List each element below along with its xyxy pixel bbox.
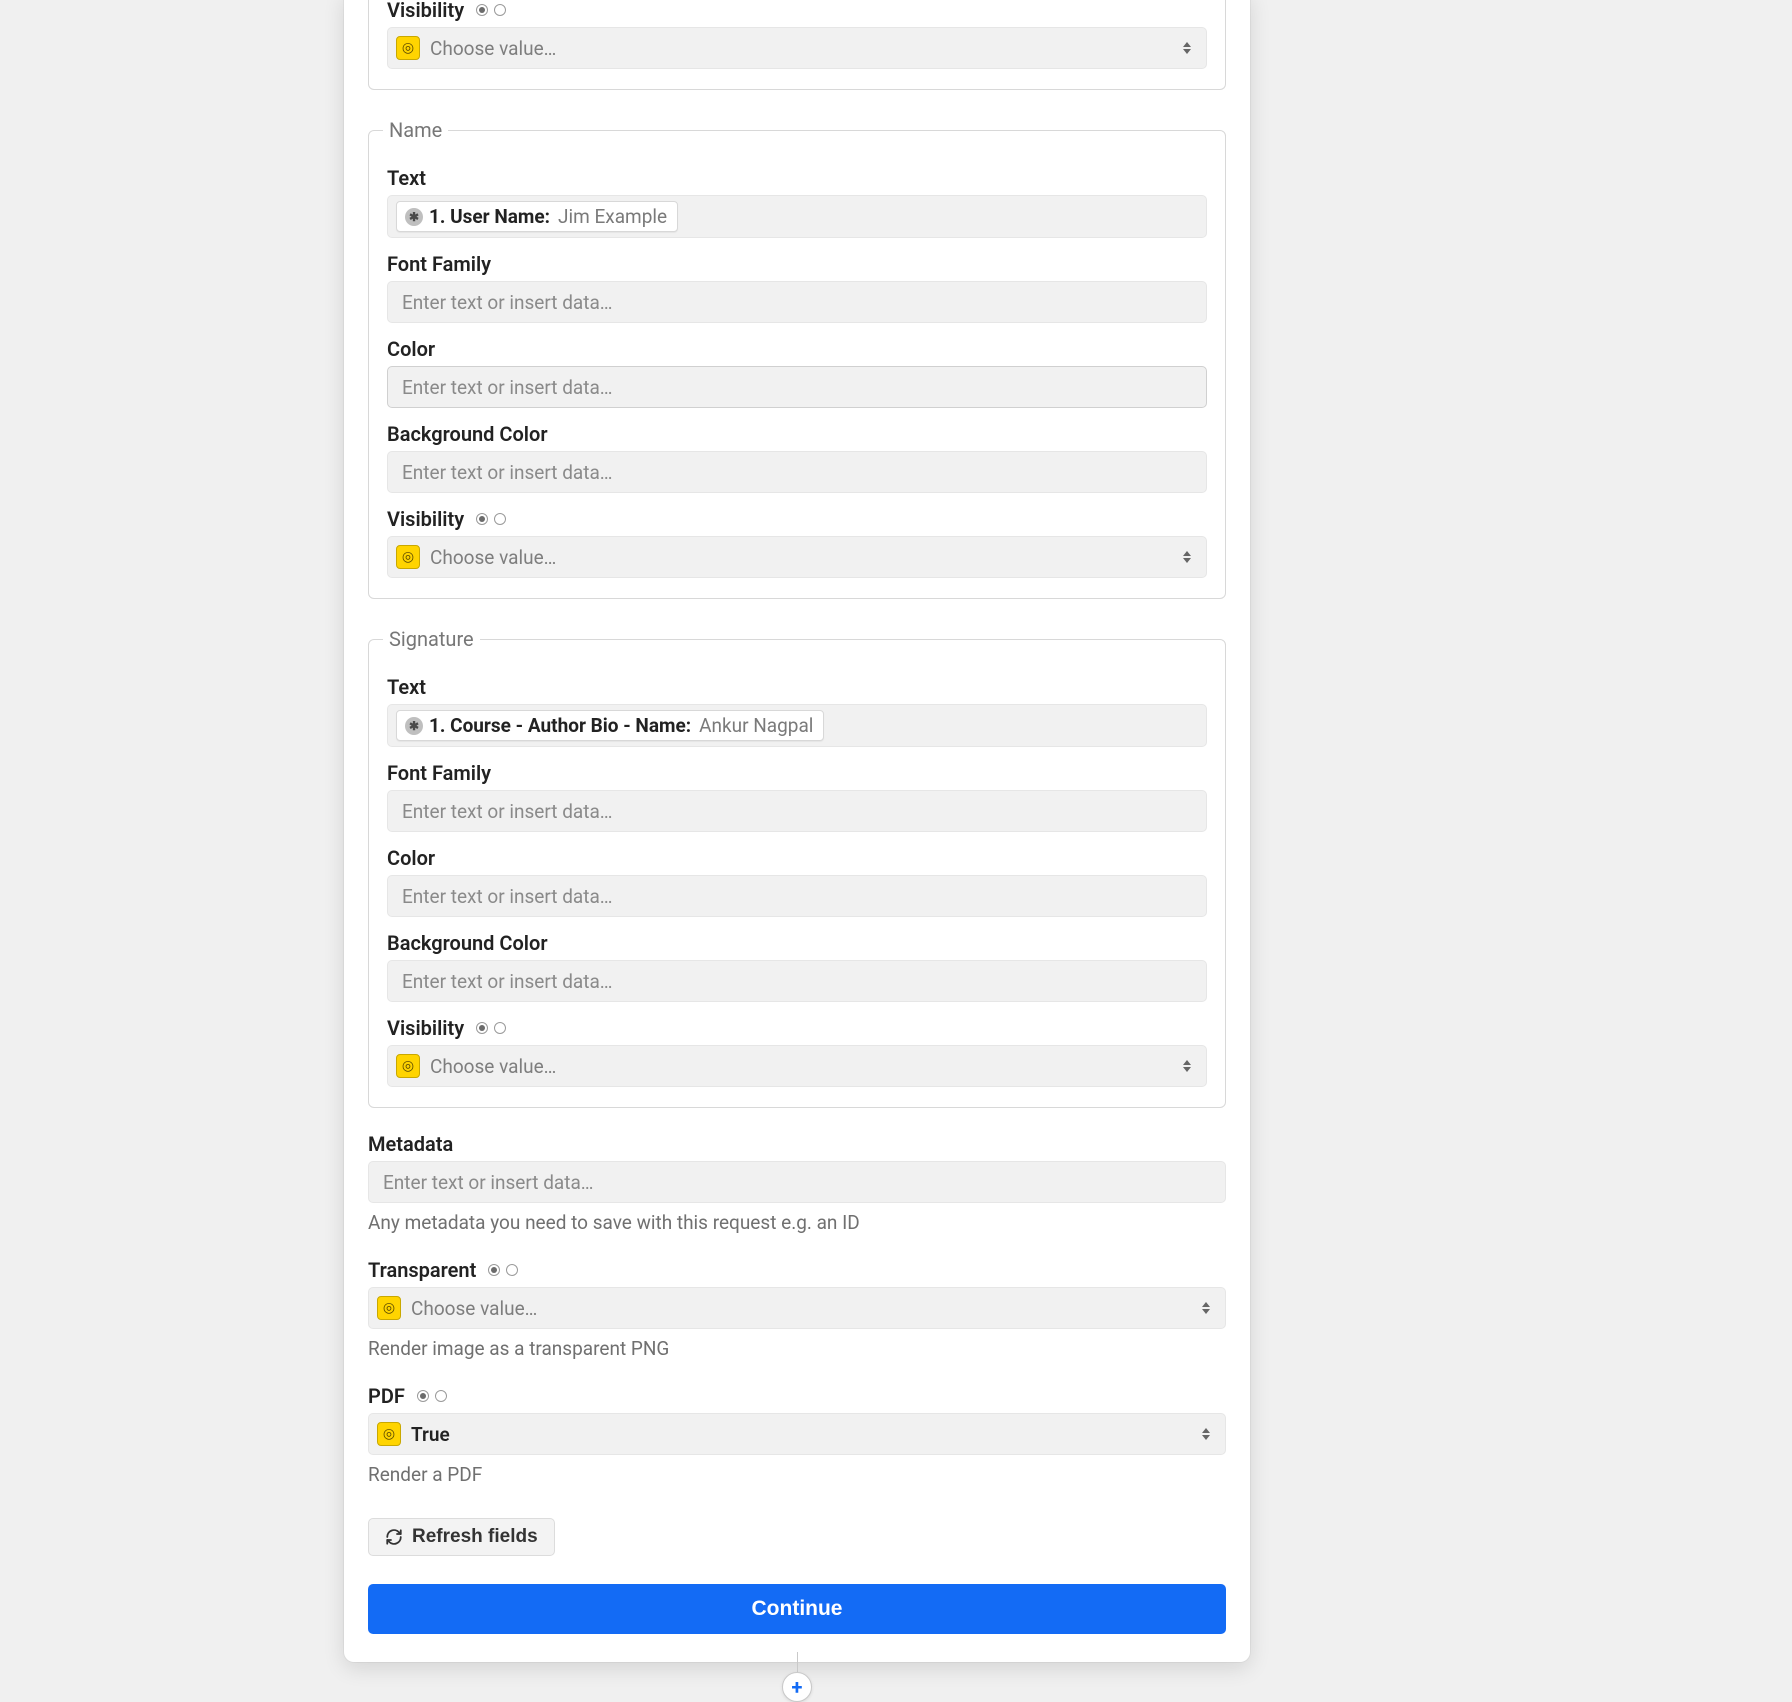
visibility-radio-pair[interactable]	[476, 513, 506, 525]
input-placeholder: Enter text or insert data…	[402, 885, 613, 908]
input-placeholder: Enter text or insert data…	[402, 970, 613, 993]
form-panel: Visibility ◎ Choose value… Name Text ✱ 1…	[344, 0, 1250, 1662]
metadata-field: Metadata Enter text or insert data… Any …	[368, 1132, 1226, 1234]
chevron-updown-icon	[1180, 548, 1194, 566]
input-placeholder: Enter text or insert data…	[402, 800, 613, 823]
select-placeholder: Choose value…	[430, 37, 556, 60]
group-signature-legend: Signature	[383, 627, 480, 651]
zap-chip-icon: ◎	[377, 1296, 401, 1320]
input-placeholder: Enter text or insert data…	[402, 461, 613, 484]
transparent-label: Transparent	[368, 1258, 1226, 1282]
visibility-label: Visibility	[387, 0, 1207, 22]
name-color-input[interactable]: Enter text or insert data…	[387, 366, 1207, 408]
signature-color-input[interactable]: Enter text or insert data…	[387, 875, 1207, 917]
signature-bgcolor-input[interactable]: Enter text or insert data…	[387, 960, 1207, 1002]
name-text-label: Text	[387, 166, 1207, 190]
pdf-label: PDF	[368, 1384, 1226, 1408]
signature-visibility-label: Visibility	[387, 1016, 1207, 1040]
radio-option-b[interactable]	[435, 1390, 447, 1402]
metadata-label: Metadata	[368, 1132, 1226, 1156]
name-bgcolor-input[interactable]: Enter text or insert data…	[387, 451, 1207, 493]
label-text: Visibility	[387, 1016, 464, 1040]
name-text-input[interactable]: ✱ 1. User Name: Jim Example	[387, 195, 1207, 238]
data-token[interactable]: ✱ 1. User Name: Jim Example	[396, 201, 678, 232]
visibility-radio-pair[interactable]	[476, 1022, 506, 1034]
input-placeholder: Enter text or insert data…	[383, 1171, 594, 1194]
pdf-helper: Render a PDF	[368, 1463, 1226, 1486]
chevron-updown-icon	[1180, 1057, 1194, 1075]
name-bgcolor-label: Background Color	[387, 422, 1207, 446]
name-fontfamily-label: Font Family	[387, 252, 1207, 276]
name-color-label: Color	[387, 337, 1207, 361]
signature-bgcolor-label: Background Color	[387, 931, 1207, 955]
pdf-radio-pair[interactable]	[417, 1390, 447, 1402]
signature-text-input[interactable]: ✱ 1. Course - Author Bio - Name: Ankur N…	[387, 704, 1207, 747]
pdf-select[interactable]: ◎ True	[368, 1413, 1226, 1455]
step-icon: ✱	[405, 717, 423, 735]
chevron-updown-icon	[1180, 39, 1194, 57]
token-label: 1. User Name:	[429, 205, 550, 228]
radio-option-a[interactable]	[476, 4, 488, 16]
zap-chip-icon: ◎	[396, 36, 420, 60]
input-placeholder: Enter text or insert data…	[402, 376, 613, 399]
pdf-select-value: True	[411, 1423, 450, 1446]
radio-option-b[interactable]	[494, 1022, 506, 1034]
radio-option-a[interactable]	[476, 1022, 488, 1034]
connector-line	[797, 1652, 798, 1672]
label-text: PDF	[368, 1384, 405, 1408]
plus-icon: +	[792, 1675, 803, 1699]
token-label: 1. Course - Author Bio - Name:	[429, 714, 691, 737]
data-token[interactable]: ✱ 1. Course - Author Bio - Name: Ankur N…	[396, 710, 824, 741]
group-signature: Signature Text ✱ 1. Course - Author Bio …	[368, 627, 1226, 1108]
add-step-connector: +	[782, 1652, 812, 1702]
visibility-select[interactable]: ◎ Choose value…	[387, 27, 1207, 69]
token-value: Jim Example	[558, 205, 667, 228]
step-icon: ✱	[405, 208, 423, 226]
signature-text-label: Text	[387, 675, 1207, 699]
zap-chip-icon: ◎	[396, 545, 420, 569]
label-text: Visibility	[387, 507, 464, 531]
radio-option-b[interactable]	[506, 1264, 518, 1276]
signature-visibility-select[interactable]: ◎ Choose value…	[387, 1045, 1207, 1087]
group-top-partial: Visibility ◎ Choose value…	[368, 0, 1226, 90]
transparent-select[interactable]: ◎ Choose value…	[368, 1287, 1226, 1329]
label-text: Visibility	[387, 0, 464, 22]
signature-fontfamily-input[interactable]: Enter text or insert data…	[387, 790, 1207, 832]
select-placeholder: Choose value…	[430, 546, 556, 569]
continue-button[interactable]: Continue	[368, 1584, 1226, 1634]
name-visibility-label: Visibility	[387, 507, 1207, 531]
chevron-updown-icon	[1199, 1299, 1213, 1317]
select-placeholder: Choose value…	[411, 1297, 537, 1320]
refresh-fields-button[interactable]: Refresh fields	[368, 1518, 555, 1556]
signature-color-label: Color	[387, 846, 1207, 870]
zap-chip-icon: ◎	[396, 1054, 420, 1078]
name-fontfamily-input[interactable]: Enter text or insert data…	[387, 281, 1207, 323]
metadata-input[interactable]: Enter text or insert data…	[368, 1161, 1226, 1203]
token-value: Ankur Nagpal	[699, 714, 813, 737]
input-placeholder: Enter text or insert data…	[402, 291, 613, 314]
group-name-legend: Name	[383, 118, 448, 142]
radio-option-a[interactable]	[488, 1264, 500, 1276]
radio-option-a[interactable]	[417, 1390, 429, 1402]
add-step-button[interactable]: +	[782, 1672, 812, 1702]
signature-fontfamily-label: Font Family	[387, 761, 1207, 785]
transparent-helper: Render image as a transparent PNG	[368, 1337, 1226, 1360]
refresh-label: Refresh fields	[412, 1526, 538, 1548]
radio-option-a[interactable]	[476, 513, 488, 525]
radio-option-b[interactable]	[494, 4, 506, 16]
transparent-radio-pair[interactable]	[488, 1264, 518, 1276]
refresh-icon	[385, 1528, 403, 1546]
pdf-field: PDF ◎ True Render a PDF	[368, 1384, 1226, 1486]
label-text: Transparent	[368, 1258, 476, 1282]
metadata-helper: Any metadata you need to save with this …	[368, 1211, 1226, 1234]
transparent-field: Transparent ◎ Choose value… Render image…	[368, 1258, 1226, 1360]
name-visibility-select[interactable]: ◎ Choose value…	[387, 536, 1207, 578]
chevron-updown-icon	[1199, 1425, 1213, 1443]
zap-chip-icon: ◎	[377, 1422, 401, 1446]
group-name: Name Text ✱ 1. User Name: Jim Example Fo…	[368, 118, 1226, 599]
select-placeholder: Choose value…	[430, 1055, 556, 1078]
radio-option-b[interactable]	[494, 513, 506, 525]
visibility-radio-pair[interactable]	[476, 4, 506, 16]
